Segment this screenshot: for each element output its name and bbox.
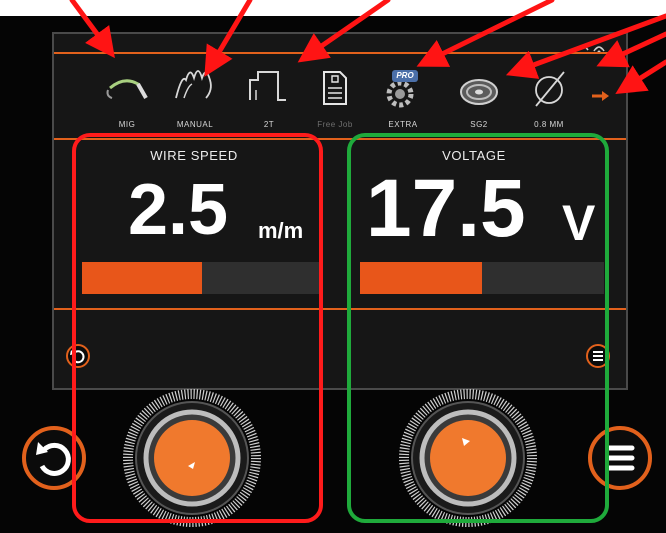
arrow-to-2t — [297, 0, 391, 63]
arrow-to-mig — [69, 0, 115, 59]
arrow-to-next — [615, 59, 666, 95]
annotation-arrows — [69, 0, 666, 95]
arrow-to-diameter — [596, 31, 666, 68]
arrow-to-extra — [416, 0, 555, 67]
arrow-to-manual — [204, 0, 253, 77]
